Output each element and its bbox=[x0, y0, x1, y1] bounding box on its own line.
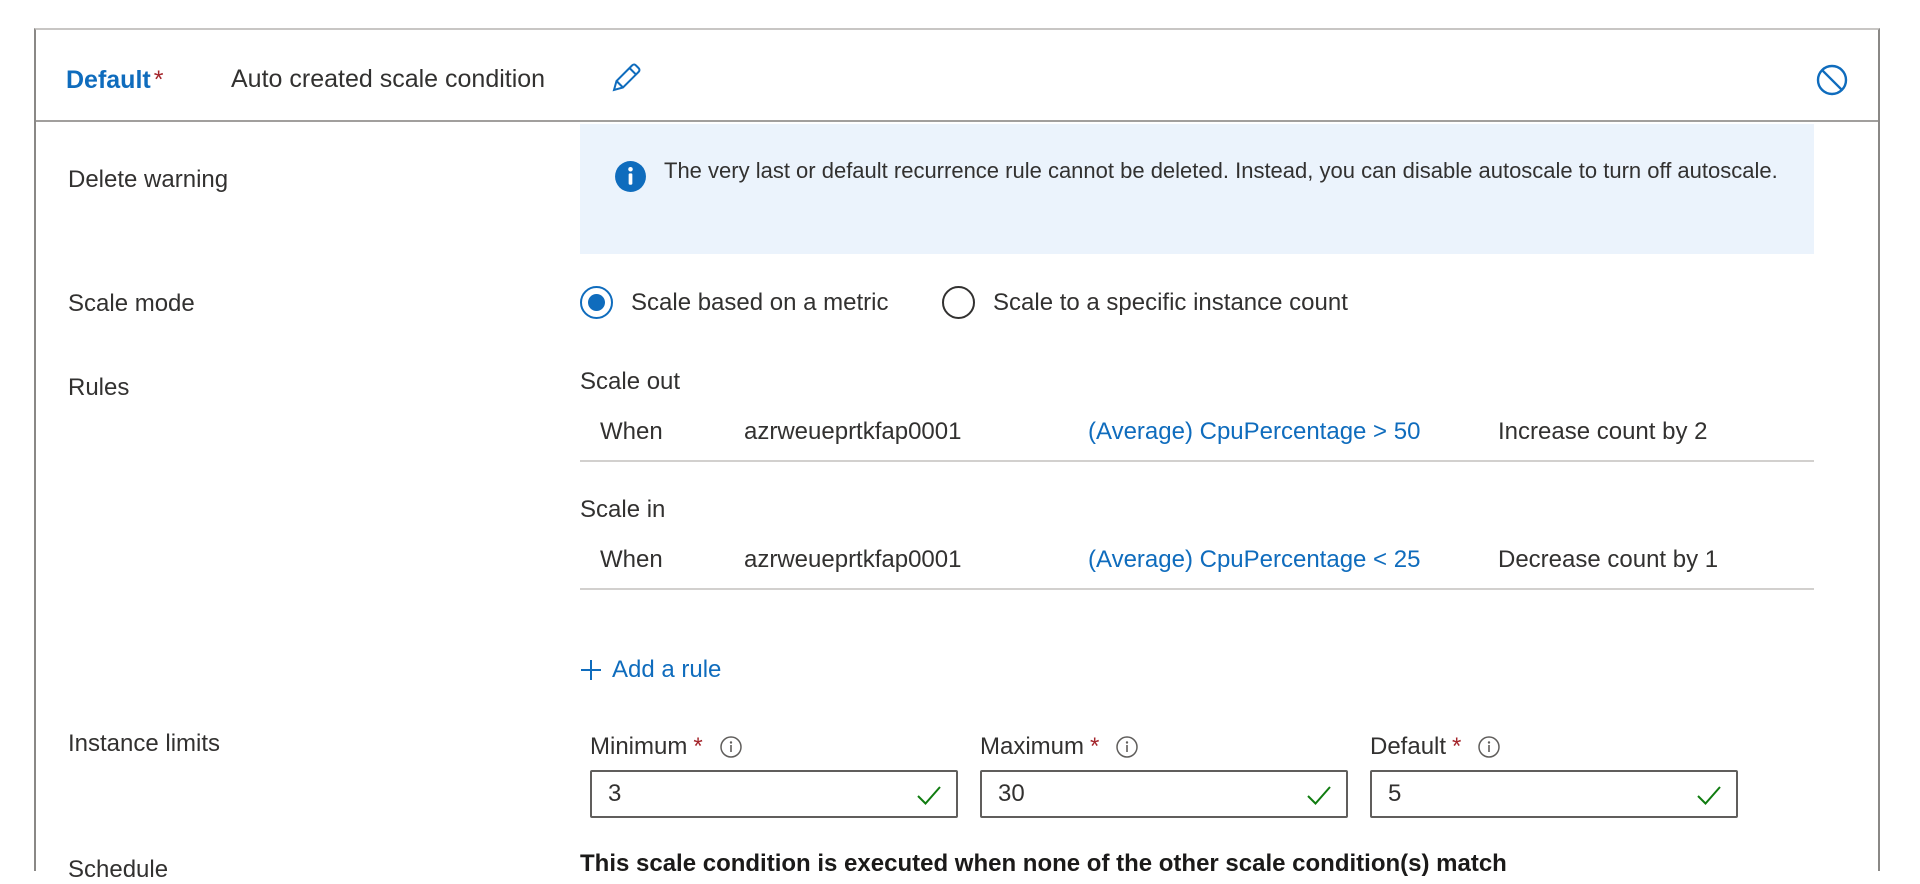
disable-circle-icon[interactable] bbox=[1814, 62, 1850, 98]
required-mark: * bbox=[1452, 733, 1462, 760]
rules-label: Rules bbox=[68, 374, 130, 401]
schedule-label: Schedule bbox=[68, 856, 169, 883]
instance-limits-label: Instance limits bbox=[68, 730, 221, 757]
radio-label-specific-count: Scale to a specific instance count bbox=[993, 288, 1348, 316]
radio-label-metric: Scale based on a metric bbox=[631, 288, 889, 316]
checkmark-icon bbox=[1307, 786, 1331, 805]
plus-icon bbox=[581, 660, 601, 680]
delete-warning-message: The very last or default recurrence rule… bbox=[664, 158, 1778, 183]
required-mark: * bbox=[693, 733, 703, 760]
condition-title: Default * bbox=[66, 66, 163, 95]
default-input[interactable] bbox=[1372, 772, 1688, 816]
required-mark: * bbox=[153, 66, 164, 94]
checkmark-icon bbox=[1697, 786, 1721, 805]
maximum-input-box[interactable] bbox=[980, 770, 1348, 818]
minimum-label-text: Minimum bbox=[590, 733, 688, 760]
scale-out-title: Scale out bbox=[580, 368, 681, 395]
delete-warning-message-box: The very last or default recurrence rule… bbox=[580, 124, 1814, 254]
scale-out-rule-row[interactable]: When azrweueprtkfap0001 (Average) CpuPer… bbox=[580, 400, 1814, 462]
minimum-label: Minimum * bbox=[590, 732, 958, 762]
rule-when: When bbox=[600, 418, 663, 445]
maximum-field: Maximum * bbox=[980, 732, 1348, 818]
required-mark: * bbox=[1090, 733, 1100, 760]
info-icon[interactable] bbox=[1115, 735, 1139, 759]
condition-name: Auto created scale condition bbox=[231, 65, 546, 93]
maximum-label-text: Maximum bbox=[980, 733, 1085, 760]
rule-metric-link[interactable]: (Average) CpuPercentage < 25 bbox=[1088, 546, 1420, 574]
condition-title-text: Default bbox=[66, 66, 151, 94]
info-icon[interactable] bbox=[1477, 735, 1501, 759]
add-rule-label: Add a rule bbox=[612, 656, 722, 683]
default-field: Default * bbox=[1370, 732, 1738, 818]
scale-in-rule-row[interactable]: When azrweueprtkfap0001 (Average) CpuPer… bbox=[580, 528, 1814, 590]
radio-checked-indicator[interactable] bbox=[580, 286, 613, 319]
minimum-field: Minimum * bbox=[590, 732, 958, 818]
rule-resource: azrweueprtkfap0001 bbox=[744, 418, 962, 445]
default-input-box[interactable] bbox=[1370, 770, 1738, 818]
minimum-input[interactable] bbox=[592, 772, 908, 816]
default-label: Default * bbox=[1370, 732, 1738, 762]
rule-metric-link[interactable]: (Average) CpuPercentage > 50 bbox=[1088, 418, 1420, 446]
add-rule-button[interactable]: Add a rule bbox=[580, 656, 721, 684]
scale-mode-label: Scale mode bbox=[68, 290, 195, 317]
radio-unchecked-indicator[interactable] bbox=[942, 286, 975, 319]
rule-action: Increase count by 2 bbox=[1498, 418, 1708, 445]
delete-warning-label: Delete warning bbox=[68, 166, 229, 193]
minimum-input-box[interactable] bbox=[590, 770, 958, 818]
scale-in-title: Scale in bbox=[580, 496, 666, 523]
rule-resource: azrweueprtkfap0001 bbox=[744, 546, 962, 573]
maximum-input[interactable] bbox=[982, 772, 1298, 816]
checkmark-icon bbox=[917, 786, 941, 805]
radio-scale-based-on-metric[interactable]: Scale based on a metric bbox=[580, 286, 888, 319]
condition-header: Default * Auto created scale condition bbox=[36, 30, 1878, 122]
info-icon bbox=[615, 161, 646, 192]
scale-condition-panel: Default * Auto created scale condition De… bbox=[34, 28, 1880, 883]
radio-scale-to-specific-count[interactable]: Scale to a specific instance count bbox=[942, 286, 1348, 319]
maximum-label: Maximum * bbox=[980, 732, 1348, 762]
rule-when: When bbox=[600, 546, 663, 573]
rule-action: Decrease count by 1 bbox=[1498, 546, 1719, 573]
default-label-text: Default bbox=[1370, 733, 1447, 760]
pencil-icon[interactable] bbox=[608, 60, 644, 96]
schedule-description: This scale condition is executed when no… bbox=[580, 850, 1507, 877]
info-icon[interactable] bbox=[719, 735, 743, 759]
